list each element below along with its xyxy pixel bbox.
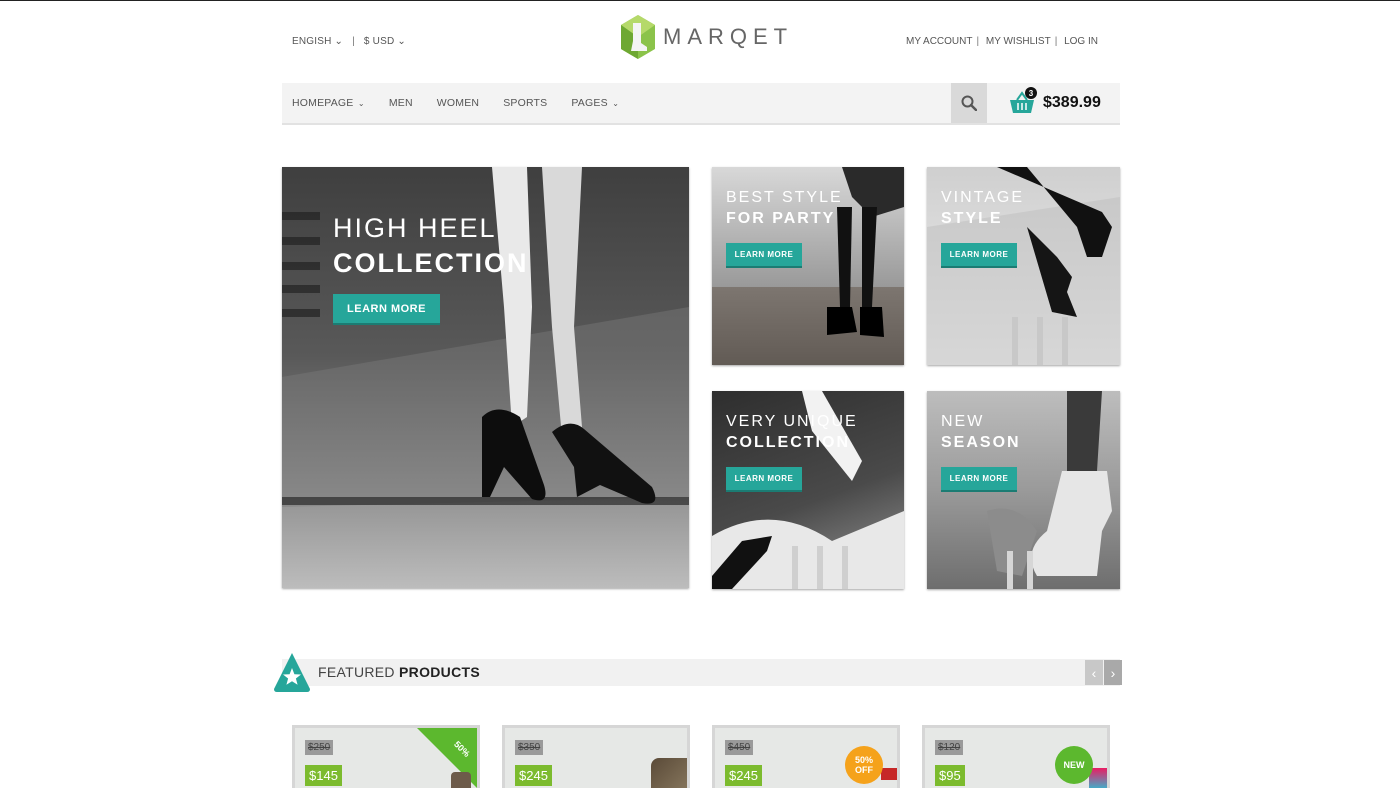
chevron-right-icon: › [1110, 664, 1116, 681]
log-in-link[interactable]: LOG IN [1064, 36, 1098, 47]
learn-more-button[interactable]: LEARN MORE [333, 294, 440, 325]
banner-line2: SEASON [941, 434, 1021, 451]
banner-heading: NEW SEASON [941, 413, 1021, 452]
nav-item-men[interactable]: MEN [389, 97, 413, 109]
price: $95 [935, 765, 965, 786]
featured-title: FEATURED PRODUCTS [318, 664, 480, 680]
product-card[interactable]: $450 $245 50% OFF [712, 725, 900, 788]
top-bar: ENGISH ⌄ | $ USD ⌄ MARQET MY ACCOUNT | MY… [0, 1, 1400, 81]
sale-badge: 50% OFF [845, 746, 883, 784]
main-nav: HOMEPAGE ⌄ MEN WOMEN SPORTS PAGES ⌄ 3 $3… [282, 83, 1120, 125]
my-account-link[interactable]: MY ACCOUNT [906, 36, 973, 47]
featured-title-light: FEATURED [318, 664, 395, 680]
product-card[interactable]: $120 $95 NEW [922, 725, 1110, 788]
carousel-controls: ‹ › [1084, 660, 1122, 685]
product-card[interactable]: $250 $145 50% [292, 725, 480, 788]
my-wishlist-link[interactable]: MY WISHLIST [986, 36, 1051, 47]
banner-line1: VINTAGE [941, 189, 1025, 206]
banner-vintage[interactable]: VINTAGE STYLE LEARN MORE [927, 167, 1120, 365]
banner-heading: HIGH HEEL COLLECTION [333, 213, 529, 279]
chevron-down-icon: ⌄ [334, 36, 344, 47]
featured-title-bold: PRODUCTS [399, 664, 480, 680]
banner-line2: FOR PARTY [726, 210, 836, 227]
chevron-down-icon: ⌄ [609, 99, 620, 108]
locale-selector: ENGISH ⌄ | $ USD ⌄ [292, 36, 406, 47]
banner-line1: VERY UNIQUE [726, 413, 858, 430]
banner-unique[interactable]: VERY UNIQUE COLLECTION LEARN MORE [712, 391, 904, 589]
brand-logo[interactable]: MARQET [619, 13, 793, 61]
banner-line1: NEW [941, 413, 985, 430]
banner-heading: VINTAGE STYLE [941, 189, 1024, 228]
nav-item-sports[interactable]: SPORTS [503, 97, 547, 109]
nav-item-homepage[interactable]: HOMEPAGE ⌄ [292, 97, 365, 109]
product-card[interactable]: $350 $245 [502, 725, 690, 788]
product-image [651, 758, 687, 788]
carousel-next-button[interactable]: › [1104, 660, 1122, 685]
banner-line2: STYLE [941, 210, 1003, 227]
chevron-left-icon: ‹ [1091, 664, 1097, 681]
banner-line2: COLLECTION [333, 248, 529, 278]
divider: | [976, 36, 980, 47]
price: $145 [305, 765, 342, 786]
chevron-down-icon: ⌄ [355, 99, 365, 108]
cart-summary[interactable]: 3 $389.99 [1009, 83, 1101, 123]
search-button[interactable] [951, 83, 987, 123]
currency-select[interactable]: $ USD ⌄ [364, 36, 406, 47]
chevron-down-icon: ⌄ [397, 36, 406, 47]
banner-line1: HIGH HEEL [333, 213, 497, 243]
banner-season[interactable]: NEW SEASON LEARN MORE [927, 391, 1120, 589]
old-price: $350 [515, 740, 544, 755]
banner-line1: BEST STYLE [726, 189, 843, 206]
account-links: MY ACCOUNT | MY WISHLIST | LOG IN [906, 36, 1098, 47]
star-icon [274, 653, 310, 692]
banner-high-heel[interactable]: HIGH HEEL COLLECTION LEARN MORE [282, 167, 689, 588]
nav-item-pages[interactable]: PAGES ⌄ [571, 97, 619, 109]
brand-name: MARQET [663, 24, 794, 49]
nav-item-women[interactable]: WOMEN [437, 97, 479, 109]
new-badge: NEW [1055, 746, 1093, 784]
hexagon-boot-logo-icon [621, 15, 655, 59]
divider: | [1054, 36, 1058, 47]
search-icon [961, 95, 977, 111]
old-price: $450 [725, 740, 754, 755]
divider: | [352, 36, 355, 47]
banner-heading: BEST STYLE FOR PARTY [726, 189, 843, 228]
carousel-prev-button[interactable]: ‹ [1085, 660, 1103, 685]
learn-more-button[interactable]: LEARN MORE [726, 467, 802, 492]
price: $245 [725, 765, 762, 786]
product-image [881, 768, 897, 780]
old-price: $250 [305, 740, 334, 755]
old-price: $120 [935, 740, 964, 755]
basket-icon: 3 [1009, 87, 1037, 115]
cart-count-badge: 3 [1025, 87, 1037, 99]
product-image [451, 772, 471, 788]
cart-total: $389.99 [1043, 94, 1101, 111]
banner-party[interactable]: BEST STYLE FOR PARTY LEARN MORE [712, 167, 904, 365]
language-select[interactable]: ENGISH ⌄ [292, 36, 343, 47]
learn-more-button[interactable]: LEARN MORE [941, 243, 1017, 268]
learn-more-button[interactable]: LEARN MORE [941, 467, 1017, 492]
banner-heading: VERY UNIQUE COLLECTION [726, 413, 858, 452]
price: $245 [515, 765, 552, 786]
banner-line2: COLLECTION [726, 434, 850, 451]
learn-more-button[interactable]: LEARN MORE [726, 243, 802, 268]
